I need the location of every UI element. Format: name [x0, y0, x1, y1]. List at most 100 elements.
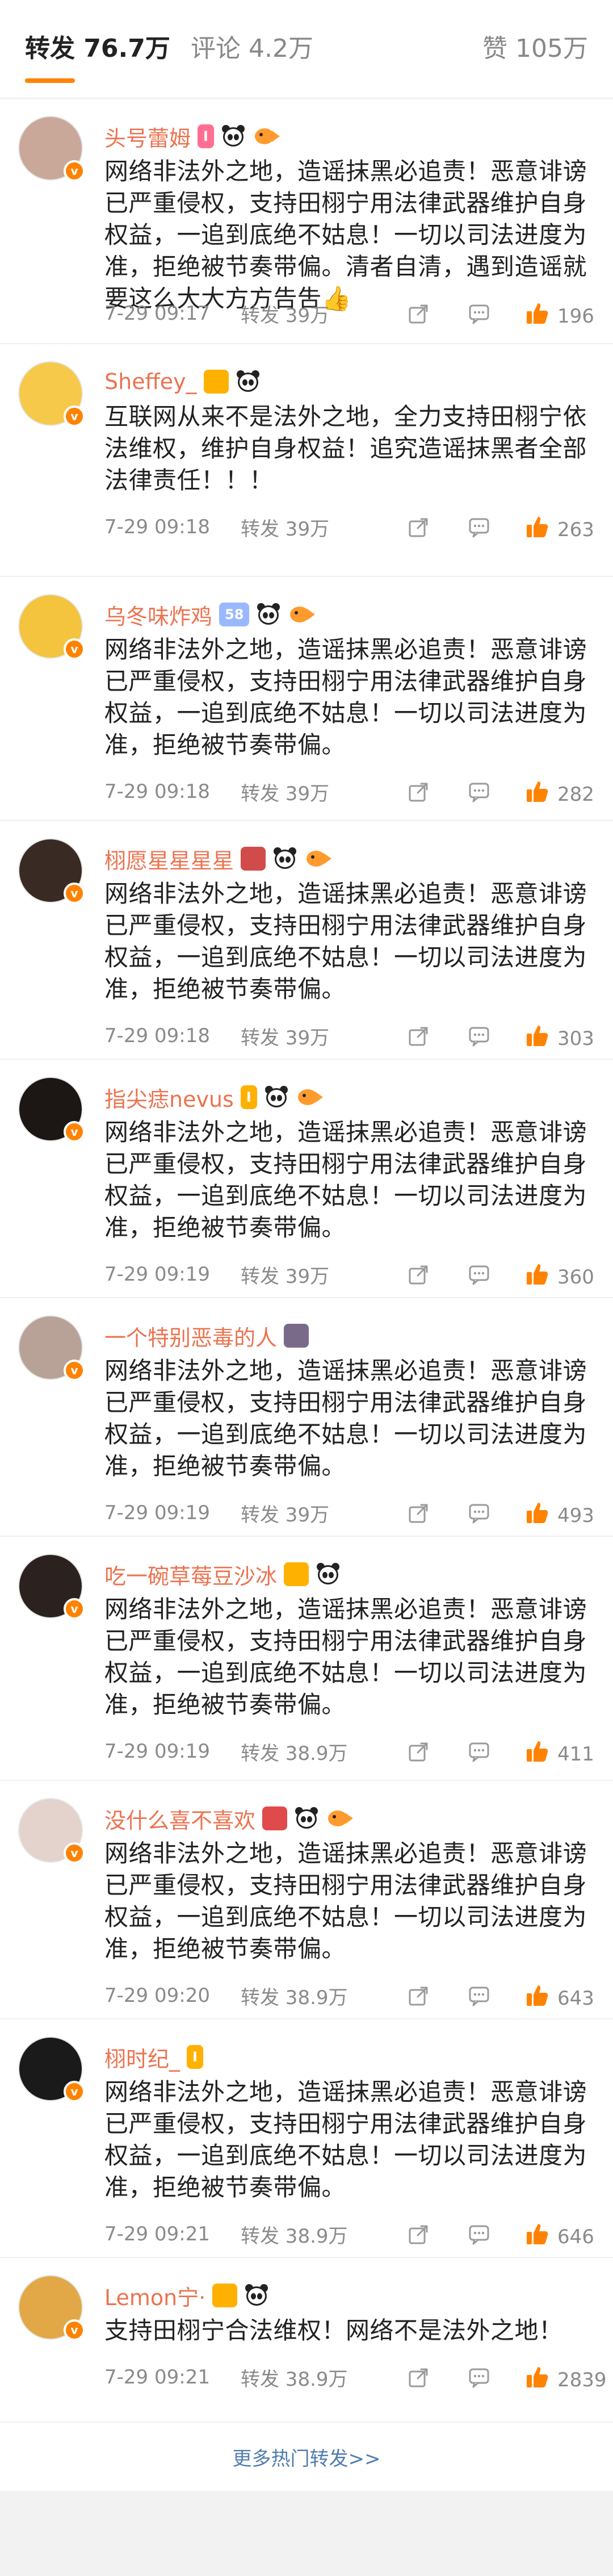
- user-level-badge: I: [240, 1085, 257, 1109]
- v-verified-icon: v: [64, 2081, 85, 2102]
- username[interactable]: 头号蕾姆: [104, 121, 191, 152]
- tab-reposts[interactable]: 转发 76.7万: [25, 30, 170, 83]
- name-row: 吃一碗草莓豆沙冰: [104, 1557, 341, 1591]
- share-icon[interactable]: [408, 1263, 430, 1286]
- username[interactable]: 一个特别恶毒的人: [104, 1320, 277, 1352]
- repost-text: 网络非法外之地，造谣抹黑必追责！恶意诽谤已严重侵权，支持田栩宁用法律武器维护自身…: [104, 2078, 587, 2201]
- like-count: 282: [557, 783, 594, 806]
- like-count: 411: [557, 1742, 594, 1766]
- panda-icon: [256, 602, 281, 627]
- like-count: 303: [557, 1027, 594, 1050]
- repost-item: v 没什么喜不喜欢 网络非法外之地，造谣抹黑必追责！恶意诽谤已严重侵权，支持田栩…: [0, 1781, 613, 2019]
- like-button[interactable]: 303: [524, 1023, 594, 1053]
- repost-item: v Sheffey_ 互联网从来不是法外之地，全力支持田栩宁依法维权，维护自身权…: [0, 344, 613, 577]
- share-icon[interactable]: [408, 302, 430, 325]
- thumbs-up-icon: [524, 1262, 549, 1292]
- username[interactable]: 指尖痣nevus: [104, 1082, 234, 1113]
- share-icon[interactable]: [408, 1024, 430, 1047]
- name-row: 头号蕾姆 I: [104, 119, 281, 153]
- active-tab-underline: [25, 78, 75, 83]
- tab-comments[interactable]: 评论 4.2万: [191, 30, 313, 68]
- repost-text: 支持田栩宁合法维权！网络不是法外之地！: [104, 2316, 563, 2344]
- avatar[interactable]: v: [18, 838, 85, 904]
- panda-icon: [316, 1562, 341, 1587]
- panda-icon: [272, 846, 297, 871]
- like-button[interactable]: 282: [524, 779, 594, 809]
- username[interactable]: Sheffey_: [104, 369, 197, 394]
- share-icon[interactable]: [408, 1502, 430, 1524]
- fish-icon: [304, 847, 333, 870]
- share-icon[interactable]: [408, 2223, 430, 2245]
- username[interactable]: Lemon宁·: [104, 2280, 205, 2311]
- timestamp: 7-29 09:19: [104, 1263, 210, 1286]
- thumbs-up-icon: [524, 1739, 549, 1769]
- panda-icon: [264, 1085, 289, 1110]
- share-icon[interactable]: [408, 1740, 430, 1763]
- comment-icon[interactable]: [468, 1502, 490, 1524]
- repost-item: v 吃一碗草莓豆沙冰 网络非法外之地，造谣抹黑必追责！恶意诽谤已严重侵权，支持田…: [0, 1537, 613, 1781]
- like-button[interactable]: 643: [524, 1983, 594, 2013]
- like-button[interactable]: 196: [524, 301, 594, 331]
- username[interactable]: 吃一碗草莓豆沙冰: [104, 1559, 277, 1590]
- fan-badge-icon: [241, 847, 266, 871]
- like-button[interactable]: 493: [524, 1500, 594, 1530]
- thumbs-up-icon: [524, 2365, 549, 2395]
- like-button[interactable]: 411: [524, 1739, 594, 1769]
- repost-count: 转发 38.9万: [241, 1986, 348, 2009]
- repost-text: 网络非法外之地，造谣抹黑必追责！恶意诽谤已严重侵权，支持田栩宁用法律武器维护自身…: [104, 1839, 587, 1963]
- timestamp: 7-29 09:18: [104, 780, 210, 803]
- avatar[interactable]: v: [18, 116, 85, 182]
- fan-badge-icon: [284, 1562, 309, 1586]
- comment-icon[interactable]: [468, 1984, 490, 2007]
- thumbs-up-icon: [524, 301, 549, 331]
- repost-meta: 7-29 09:20 转发 38.9万 643: [104, 1979, 594, 2013]
- v-verified-icon: v: [64, 1842, 85, 1864]
- like-button[interactable]: 646: [524, 2222, 594, 2252]
- repost-meta: 7-29 09:18 转发 39万 282: [104, 775, 594, 809]
- repost-text: 网络非法外之地，造谣抹黑必追责！恶意诽谤已严重侵权，支持田栩宁用法律武器维护自身…: [104, 1595, 587, 1718]
- repost-item: v 头号蕾姆 I 网络非法外之地，造谣抹黑必追责！恶意诽谤已严重侵权，支持田栩宁…: [0, 99, 613, 344]
- like-button[interactable]: 360: [524, 1262, 594, 1292]
- avatar[interactable]: v: [18, 1315, 85, 1381]
- like-button[interactable]: 263: [524, 515, 594, 545]
- like-count: 360: [557, 1265, 594, 1289]
- comment-icon[interactable]: [468, 1024, 490, 1047]
- avatar[interactable]: v: [18, 2036, 85, 2102]
- share-icon[interactable]: [408, 780, 430, 803]
- like-count: 493: [557, 1504, 594, 1527]
- repost-item: v 指尖痣nevus I 网络非法外之地，造谣抹黑必追责！恶意诽谤已严重侵权，支…: [0, 1060, 613, 1298]
- share-icon[interactable]: [408, 1984, 430, 2007]
- avatar[interactable]: v: [18, 1554, 85, 1620]
- comment-icon[interactable]: [468, 2366, 490, 2389]
- comment-icon[interactable]: [468, 1740, 490, 1763]
- username[interactable]: 乌冬味炸鸡: [104, 599, 212, 630]
- v-verified-icon: v: [64, 883, 85, 904]
- tab-likes[interactable]: 赞 105万: [482, 30, 588, 68]
- repost-count: 转发 39万: [241, 1503, 330, 1527]
- comment-icon[interactable]: [468, 780, 490, 803]
- username[interactable]: 栩愿星星星星: [104, 843, 234, 875]
- name-row: 乌冬味炸鸡 58: [104, 597, 316, 632]
- like-button[interactable]: 2839: [524, 2365, 607, 2395]
- thumbs-up-icon: [524, 779, 549, 809]
- comment-icon[interactable]: [468, 2223, 490, 2245]
- repost-item: v 栩时纪_ I 网络非法外之地，造谣抹黑必追责！恶意诽谤已严重侵权，支持田栩宁…: [0, 2019, 613, 2258]
- avatar[interactable]: v: [18, 594, 85, 660]
- comment-icon[interactable]: [468, 516, 490, 538]
- comment-icon[interactable]: [468, 302, 490, 325]
- avatar[interactable]: v: [18, 2275, 85, 2341]
- username[interactable]: 没什么喜不喜欢: [104, 1803, 255, 1834]
- timestamp: 7-29 09:18: [104, 516, 210, 538]
- comment-icon[interactable]: [468, 1263, 490, 1286]
- share-icon[interactable]: [408, 516, 430, 538]
- name-row: Sheffey_: [104, 365, 261, 399]
- avatar[interactable]: v: [18, 361, 85, 427]
- avatar[interactable]: v: [18, 1077, 85, 1143]
- share-icon[interactable]: [408, 2366, 430, 2389]
- more-reposts-link[interactable]: 更多热门转发>>: [0, 2423, 613, 2491]
- avatar[interactable]: v: [18, 1798, 85, 1864]
- username[interactable]: 栩时纪_: [104, 2042, 180, 2073]
- repost-count: 转发 38.9万: [241, 1742, 348, 1765]
- name-row: 一个特别恶毒的人: [104, 1319, 309, 1353]
- user-level-badge: 58: [219, 603, 250, 626]
